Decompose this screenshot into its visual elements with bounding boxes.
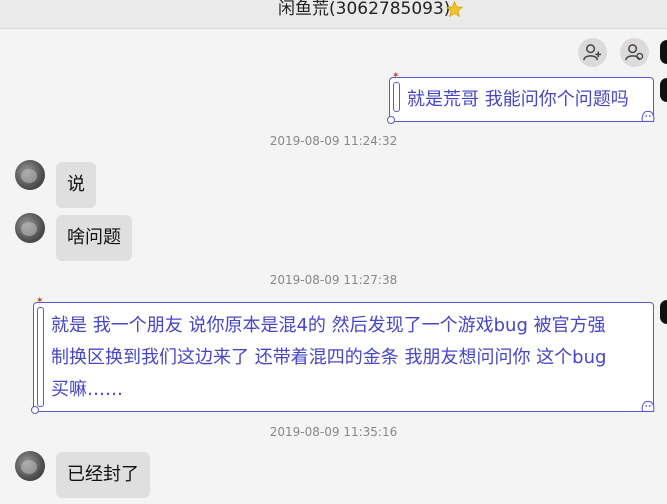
message-bubble-incoming[interactable]: 啥问题 [56,215,132,261]
timestamp: 2019-08-09 11:35:16 [269,425,398,439]
timestamp: 2019-08-09 11:27:38 [269,273,398,287]
message-text: 说 [67,174,85,195]
self-avatar [660,300,667,324]
bubble-frame-bar [393,82,400,112]
message-bubble-incoming[interactable]: 已经封了 [56,452,150,498]
mark-icon: ✶ [392,71,400,81]
chat-title: 闲鱼荒(3062785093) [278,0,451,19]
message-bubble-outgoing[interactable]: ✶ 就是 我一个朋友 说你原本是混4的 然后发现了一个游戏bug 被官方强 制换… [31,297,655,414]
message-line: 买嘛…… [51,379,123,400]
avatar[interactable] [15,160,45,190]
avatar[interactable] [15,451,45,481]
bubble-frame-bar [37,307,44,407]
message-line: 制换区换到我们这边来了 还带着混四的金条 我朋友想问问你 这个bug [51,347,607,368]
frame-corner [387,116,395,124]
timestamp: 2019-08-09 11:24:32 [269,134,398,148]
add-member-button[interactable] [578,38,607,67]
message-line: 就是 我一个朋友 说你原本是混4的 然后发现了一个游戏bug 被官方强 [51,315,606,336]
mark-icon: ✶ [36,296,44,306]
cat-decoration-icon [641,400,655,412]
self-avatar-edge [660,40,667,64]
group-settings-icon [625,44,644,61]
star-icon [446,1,463,18]
message-text: 啥问题 [67,227,121,248]
message-text: 就是荒哥 我能问你个问题吗 [407,89,629,110]
group-settings-button[interactable] [620,38,649,67]
self-avatar [660,78,667,102]
cat-decoration-icon [641,110,655,122]
message-bubble-outgoing[interactable]: ✶ 就是荒哥 我能问你个问题吗 [387,72,655,124]
message-bubble-incoming[interactable]: 说 [56,162,96,208]
frame-corner [31,406,39,414]
title-bar: 闲鱼荒(3062785093) [0,0,667,29]
add-member-icon [583,44,602,61]
message-text: 已经封了 [67,464,139,485]
avatar[interactable] [15,213,45,243]
